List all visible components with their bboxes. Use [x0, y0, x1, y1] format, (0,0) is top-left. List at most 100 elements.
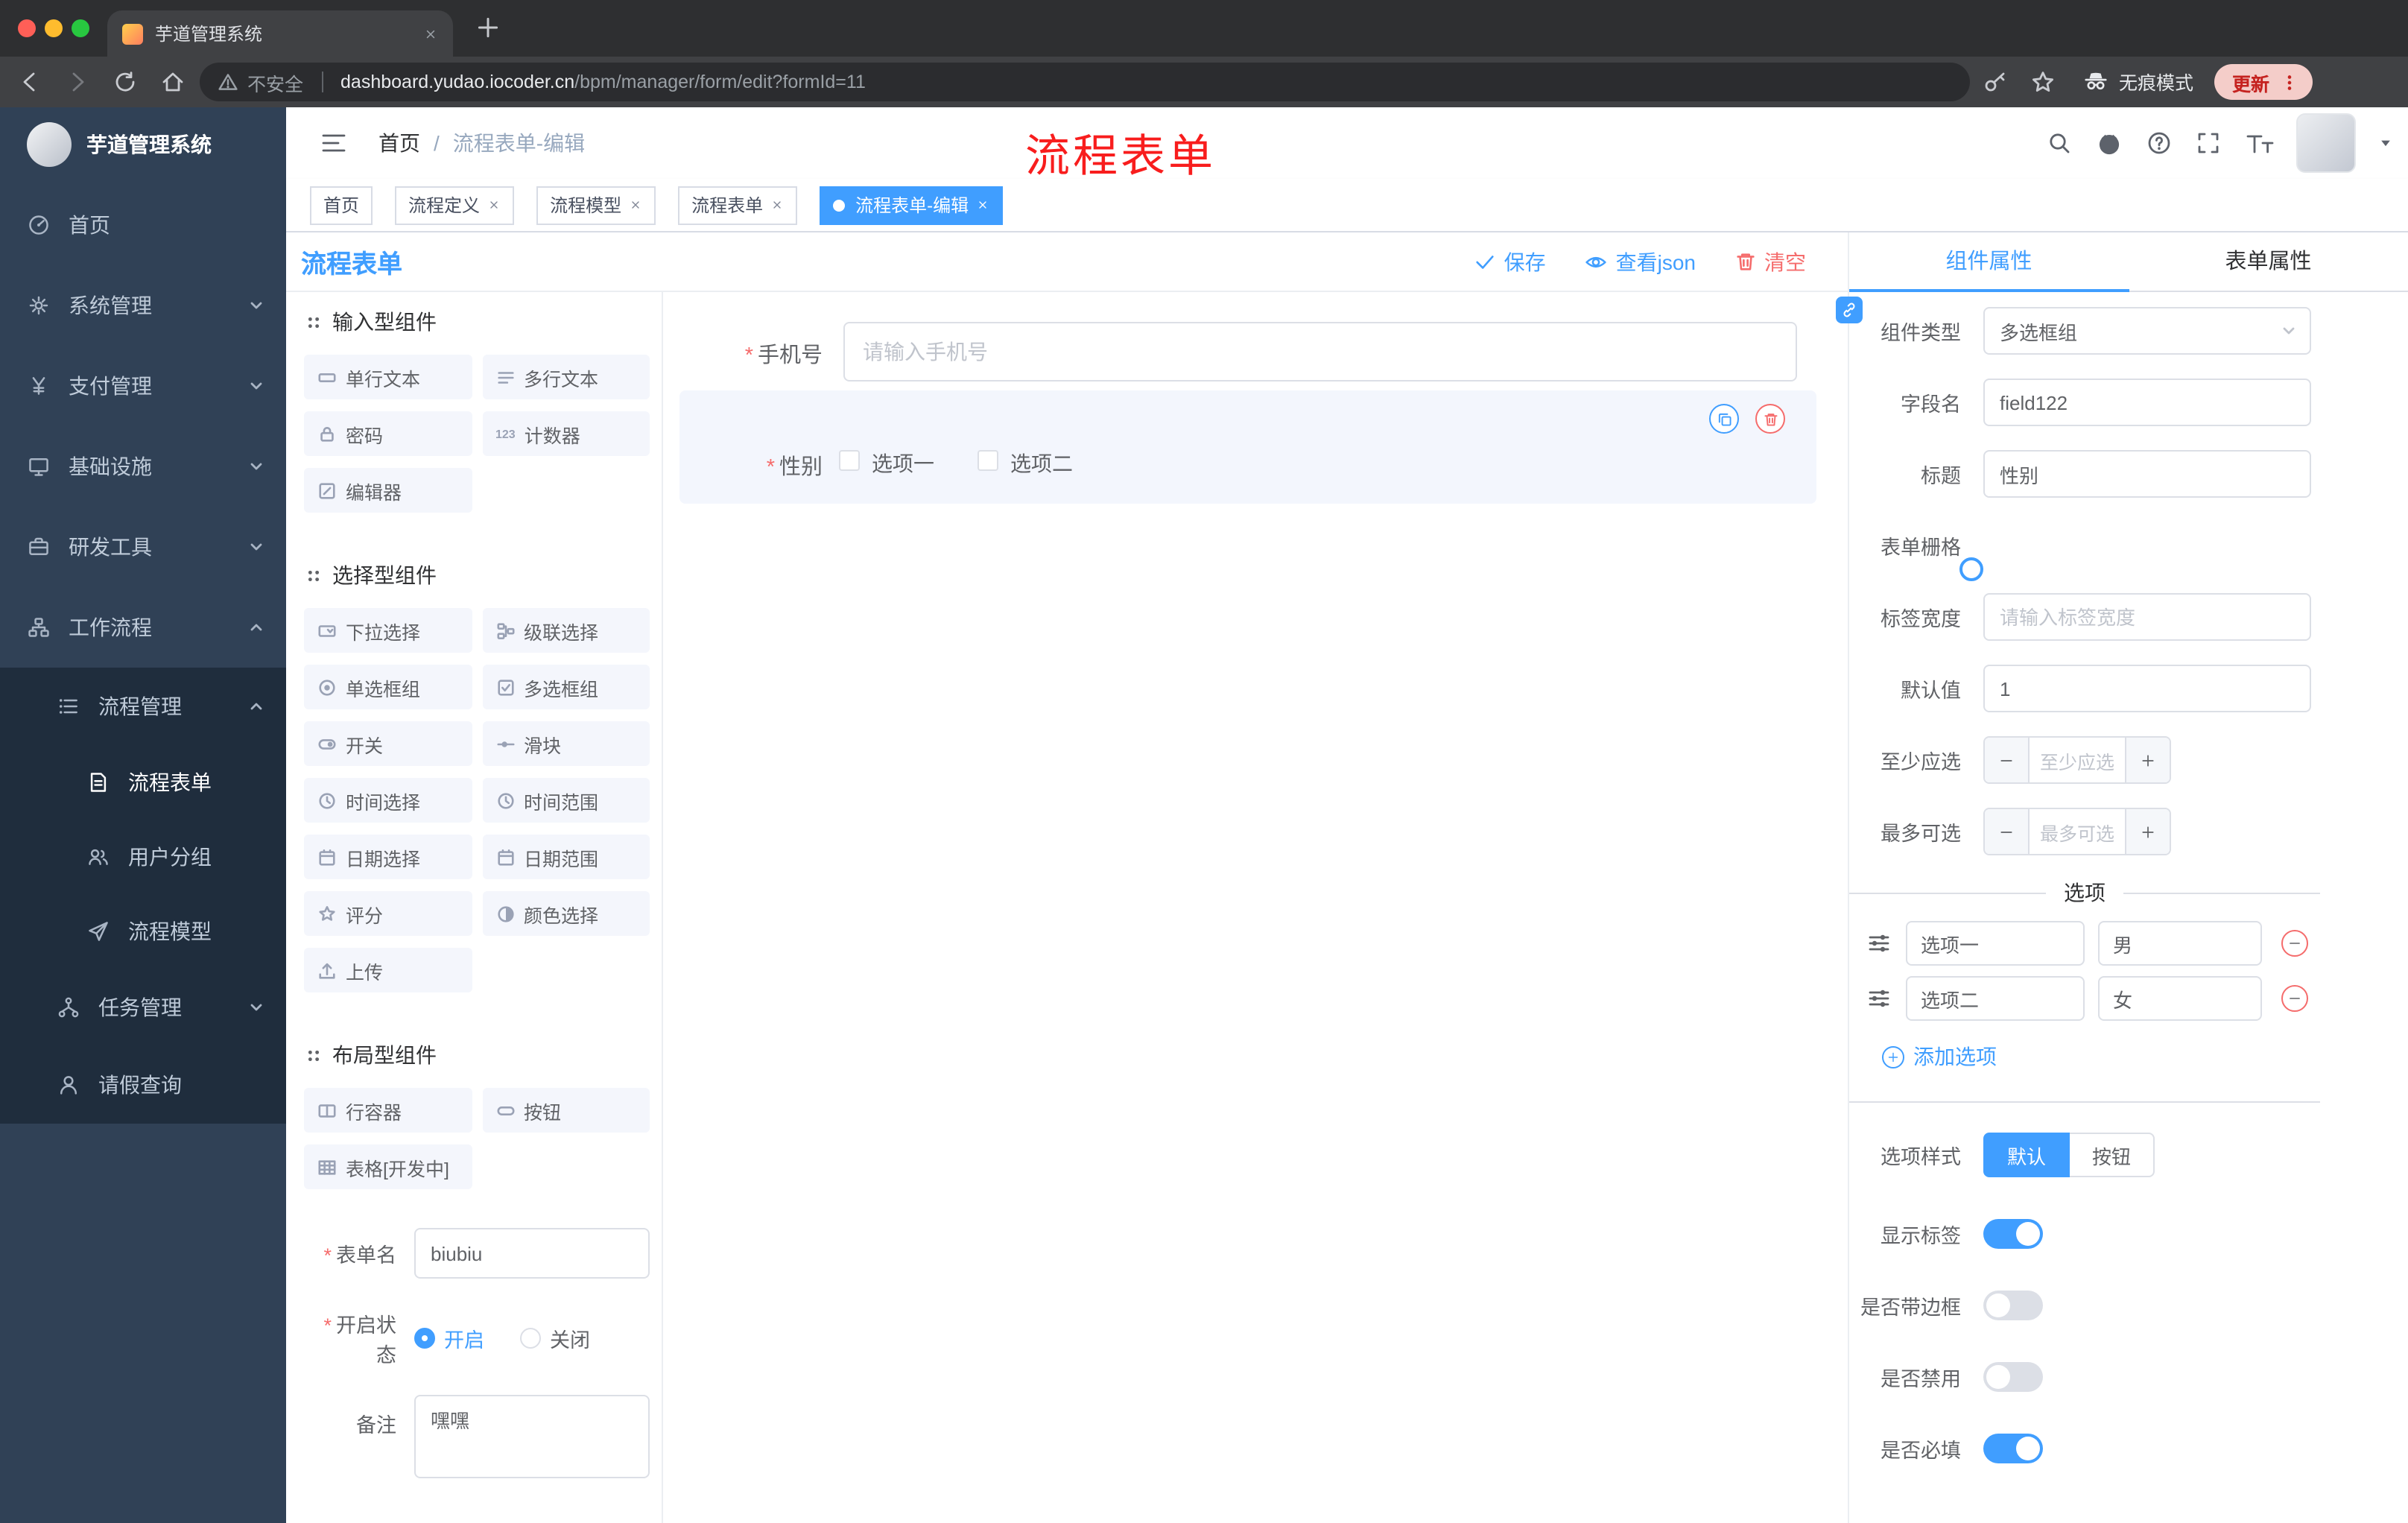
sidebar-item-infrastructure[interactable]: 基础设施 — [0, 426, 286, 507]
traffic-close-button[interactable] — [18, 19, 36, 37]
help-icon[interactable] — [2146, 130, 2173, 156]
sidebar-item-process-management[interactable]: 流程管理 — [0, 668, 286, 745]
form-remark-textarea[interactable]: 嘿嘿 — [414, 1395, 650, 1478]
stepper-decrease-button[interactable] — [1985, 738, 2030, 782]
option-drag-handle-icon[interactable] — [1867, 931, 1891, 955]
forward-icon[interactable] — [64, 69, 91, 95]
gender-option-label[interactable]: 选项一 — [872, 449, 934, 478]
save-button[interactable]: 保存 — [1474, 247, 1546, 276]
sidebar-item-workflow[interactable]: 工作流程 — [0, 587, 286, 668]
tag-close-icon[interactable] — [976, 198, 989, 212]
add-option-button[interactable]: 添加选项 — [1882, 1042, 2408, 1071]
view-json-button[interactable]: 查看json — [1585, 247, 1696, 276]
sidebar-item-leave-query[interactable]: 请假查询 — [0, 1046, 286, 1124]
browser-menu-dots-icon[interactable] — [2278, 71, 2301, 93]
component-select[interactable]: 下拉选择 — [304, 608, 472, 653]
stepper-value[interactable]: 至少应选 — [2030, 738, 2125, 782]
search-icon[interactable] — [2046, 130, 2073, 156]
sidebar-item-payment[interactable]: 支付管理 — [0, 346, 286, 426]
sidebar-collapse-icon[interactable] — [319, 128, 349, 158]
phone-input[interactable] — [843, 322, 1797, 381]
tag-close-icon[interactable] — [487, 198, 501, 212]
tab-form-props[interactable]: 表单属性 — [2129, 232, 2408, 291]
sidebar-item-process-model[interactable]: 流程模型 — [0, 894, 286, 969]
stepper-decrease-button[interactable] — [1985, 809, 2030, 854]
stepper-increase-button[interactable] — [2125, 738, 2170, 782]
link-field-button[interactable] — [1836, 297, 1863, 323]
clear-button[interactable]: 清空 — [1734, 247, 1806, 276]
gender-option-label[interactable]: 选项二 — [1010, 449, 1073, 478]
selected-field-gender[interactable]: 性别 选项一 选项二 — [679, 390, 1816, 504]
tag-home[interactable]: 首页 — [310, 186, 373, 224]
component-multi-line-text[interactable]: 多行文本 — [482, 355, 650, 399]
show-label-toggle[interactable] — [1983, 1219, 2043, 1249]
component-cascader[interactable]: 级联选择 — [482, 608, 650, 653]
sidebar-logo[interactable]: 芋道管理系统 — [0, 107, 286, 182]
component-row-container[interactable]: 行容器 — [304, 1088, 472, 1133]
component-upload[interactable]: 上传 — [304, 948, 472, 992]
tag-close-icon[interactable] — [770, 198, 784, 212]
component-counter[interactable]: 123 计数器 — [482, 411, 650, 456]
border-toggle[interactable] — [1983, 1291, 2043, 1320]
home-icon[interactable] — [159, 69, 186, 95]
option-drag-handle-icon[interactable] — [1867, 987, 1891, 1010]
option-style-default-button[interactable]: 默认 — [1983, 1133, 2070, 1177]
component-password[interactable]: 密码 — [304, 411, 472, 456]
remove-option-button[interactable] — [2281, 930, 2308, 957]
font-size-icon[interactable] — [2244, 130, 2274, 156]
browser-update-button[interactable]: 更新 — [2214, 64, 2313, 100]
sidebar-item-devtools[interactable]: 研发工具 — [0, 507, 286, 587]
component-slider[interactable]: 滑块 — [482, 721, 650, 766]
required-toggle[interactable] — [1983, 1434, 2043, 1463]
disabled-toggle[interactable] — [1983, 1362, 2043, 1392]
component-color-picker[interactable]: 颜色选择 — [482, 891, 650, 936]
option-name-input[interactable] — [1906, 976, 2085, 1021]
tag-process-model[interactable]: 流程模型 — [536, 186, 656, 224]
sidebar-item-task-management[interactable]: 任务管理 — [0, 969, 286, 1046]
breadcrumb-home[interactable]: 首页 — [378, 128, 420, 158]
gender-checkbox-2[interactable] — [978, 450, 998, 471]
component-rate[interactable]: 评分 — [304, 891, 472, 936]
new-tab-icon[interactable] — [474, 13, 502, 42]
component-date-picker[interactable]: 日期选择 — [304, 835, 472, 879]
component-switch[interactable]: 开关 — [304, 721, 472, 766]
tag-process-form-edit[interactable]: 流程表单-编辑 — [820, 186, 1004, 224]
component-date-range[interactable]: 日期范围 — [482, 835, 650, 879]
tab-component-props[interactable]: 组件属性 — [1849, 232, 2129, 292]
component-editor[interactable]: 编辑器 — [304, 468, 472, 513]
tag-close-icon[interactable] — [629, 198, 642, 212]
github-icon[interactable] — [2095, 129, 2123, 157]
stepper-increase-button[interactable] — [2125, 809, 2170, 854]
tag-process-form[interactable]: 流程表单 — [678, 186, 798, 224]
address-bar[interactable]: 不安全 dashboard.yudao.iocoder.cn/bpm/manag… — [200, 63, 1970, 101]
copy-field-button[interactable] — [1709, 404, 1739, 434]
component-radio-group[interactable]: 单选框组 — [304, 665, 472, 709]
sidebar-item-user-group[interactable]: 用户分组 — [0, 820, 286, 894]
option-name-input[interactable] — [1906, 921, 2085, 966]
stepper-value[interactable]: 最多可选 — [2030, 809, 2125, 854]
tab-close-icon[interactable] — [423, 26, 438, 41]
delete-field-button[interactable] — [1755, 404, 1785, 434]
component-table[interactable]: 表格[开发中] — [304, 1144, 472, 1189]
component-button[interactable]: 按钮 — [482, 1088, 650, 1133]
avatar-caret-down-icon[interactable] — [2378, 136, 2393, 151]
option-value-input[interactable] — [2098, 976, 2262, 1021]
password-key-icon[interactable] — [1982, 69, 2009, 95]
slider-handle[interactable] — [1959, 557, 1983, 581]
tag-process-definition[interactable]: 流程定义 — [395, 186, 515, 224]
option-style-button-button[interactable]: 按钮 — [2070, 1133, 2155, 1177]
component-checkbox-group[interactable]: 多选框组 — [482, 665, 650, 709]
reload-icon[interactable] — [112, 69, 139, 95]
sidebar-item-process-form[interactable]: 流程表单 — [0, 745, 286, 820]
traffic-zoom-button[interactable] — [72, 19, 89, 37]
remove-option-button[interactable] — [2281, 985, 2308, 1012]
traffic-minimize-button[interactable] — [45, 19, 63, 37]
back-icon[interactable] — [16, 69, 43, 95]
option-value-input[interactable] — [2098, 921, 2262, 966]
browser-tab[interactable]: 芋道管理系统 — [107, 10, 453, 57]
component-single-line-text[interactable]: 单行文本 — [304, 355, 472, 399]
component-type-select[interactable] — [1983, 307, 2311, 355]
field-name-input[interactable] — [1983, 379, 2311, 426]
component-time-range[interactable]: 时间范围 — [482, 778, 650, 823]
sidebar-item-dashboard[interactable]: 首页 — [0, 185, 286, 265]
